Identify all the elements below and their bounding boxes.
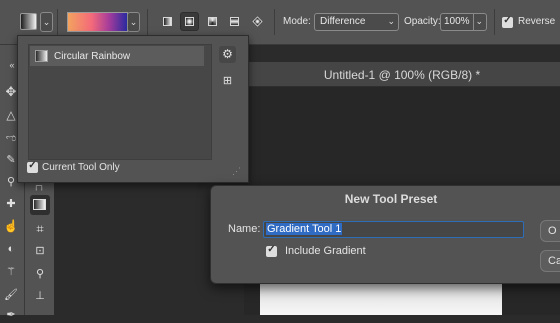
diamond-gradient-icon xyxy=(252,16,263,27)
radial-gradient-icon xyxy=(185,17,194,26)
crop-tool-icon[interactable]: ⌗ xyxy=(32,221,48,237)
resize-grip-icon[interactable]: ⋰ xyxy=(232,166,241,177)
opacity-label: Opacity: xyxy=(404,16,441,27)
linear-gradient-button[interactable] xyxy=(158,12,177,31)
gradient-preset-icon xyxy=(35,50,48,62)
frame-tool-icon[interactable]: ⊡ xyxy=(32,243,48,259)
chevron-down-icon: ⌄ xyxy=(387,16,395,26)
dodge-tool-icon[interactable]: ◐ xyxy=(3,241,19,257)
linear-gradient-icon xyxy=(163,17,172,26)
name-label: Name: xyxy=(228,223,261,235)
checkmark-icon: ✓ xyxy=(28,160,37,171)
tool-preset-picker: Circular Rainbow ⚙ ⊞ ✓ Current Tool Only… xyxy=(17,35,249,183)
canvas-page[interactable] xyxy=(260,282,502,315)
mode-value: Difference xyxy=(320,16,366,27)
opacity-dropdown-button[interactable]: ⌄ xyxy=(473,13,487,31)
angle-gradient-button[interactable] xyxy=(203,12,222,31)
preset-item-label: Circular Rainbow xyxy=(54,51,131,62)
divider xyxy=(494,9,495,35)
preset-settings-button[interactable]: ⚙ xyxy=(219,46,236,63)
new-tool-preset-dialog: New Tool Preset Name: Gradient Tool 1 ✓ … xyxy=(210,185,560,284)
opacity-value: 100% xyxy=(444,16,470,27)
clone-stamp-tool-icon[interactable]: ⊥ xyxy=(32,288,48,304)
opacity-field[interactable]: 100% xyxy=(440,13,473,31)
include-gradient-label: Include Gradient xyxy=(285,245,366,257)
reverse-checkbox[interactable]: ✓ xyxy=(502,15,513,28)
color-sampler-tool-icon[interactable]: ⚲ xyxy=(32,266,48,282)
healing-brush-tool-icon[interactable]: ✚ xyxy=(3,196,19,212)
cancel-button[interactable]: Ca xyxy=(540,250,560,272)
tool-preset-dropdown-button[interactable]: ⌄ xyxy=(40,12,53,32)
ok-button-label: O xyxy=(548,225,557,237)
new-preset-icon: ⊞ xyxy=(222,75,233,87)
name-value: Gradient Tool 1 xyxy=(266,223,343,235)
gradient-tool-preset-icon[interactable] xyxy=(20,13,37,30)
brush-tool-icon[interactable]: 🖌 xyxy=(3,287,19,303)
include-gradient-checkbox[interactable]: ✓ xyxy=(266,244,277,257)
gradient-tool-icon xyxy=(33,199,46,210)
mode-select[interactable]: Difference ⌄ xyxy=(314,13,399,31)
divider xyxy=(274,9,275,35)
pen-tool-icon[interactable]: ✒ xyxy=(3,307,19,323)
divider xyxy=(147,9,148,35)
mode-label: Mode: xyxy=(283,16,311,27)
reflected-gradient-icon xyxy=(230,17,239,26)
checkmark-icon: ✓ xyxy=(503,15,512,26)
preset-list[interactable]: Circular Rainbow xyxy=(28,44,212,160)
angle-gradient-icon xyxy=(208,17,217,26)
gear-icon: ⚙ xyxy=(222,47,233,61)
dialog-title: New Tool Preset xyxy=(344,192,438,206)
divider xyxy=(57,9,58,35)
reverse-label: Reverse xyxy=(518,16,556,27)
radial-gradient-button[interactable] xyxy=(180,12,199,31)
tools-panel-column-2: ┌┐ ⌗ ⊡ ⚲ ⊥ xyxy=(25,180,54,315)
gradient-tool-button[interactable] xyxy=(30,195,50,215)
checkmark-icon: ✓ xyxy=(267,244,276,255)
name-field[interactable]: Gradient Tool 1 xyxy=(263,221,524,238)
list-item[interactable]: Circular Rainbow xyxy=(30,46,204,66)
document-title: Untitled-1 @ 100% (RGB/8) * xyxy=(323,68,481,82)
chevron-down-icon: ⌄ xyxy=(129,17,138,27)
current-tool-only-label: Current Tool Only xyxy=(42,162,120,173)
magic-wand-tool-icon[interactable]: ⚚ xyxy=(3,264,19,280)
diamond-gradient-button[interactable] xyxy=(248,12,267,31)
document-tab[interactable]: Untitled-1 @ 100% (RGB/8) * xyxy=(244,62,560,87)
gradient-dropdown-button[interactable]: ⌄ xyxy=(127,12,140,32)
chevron-down-icon: ⌄ xyxy=(475,16,483,26)
reflected-gradient-button[interactable] xyxy=(225,12,244,31)
current-tool-only-checkbox[interactable]: ✓ xyxy=(27,160,38,173)
gradient-preview[interactable] xyxy=(67,12,128,32)
ok-button[interactable]: O xyxy=(540,220,560,242)
create-new-preset-button[interactable]: ⊞ xyxy=(219,73,236,90)
chevron-down-icon: ⌄ xyxy=(42,17,51,27)
cancel-button-label: Ca xyxy=(548,255,560,267)
smudge-tool-icon[interactable]: ☝ xyxy=(3,218,19,234)
